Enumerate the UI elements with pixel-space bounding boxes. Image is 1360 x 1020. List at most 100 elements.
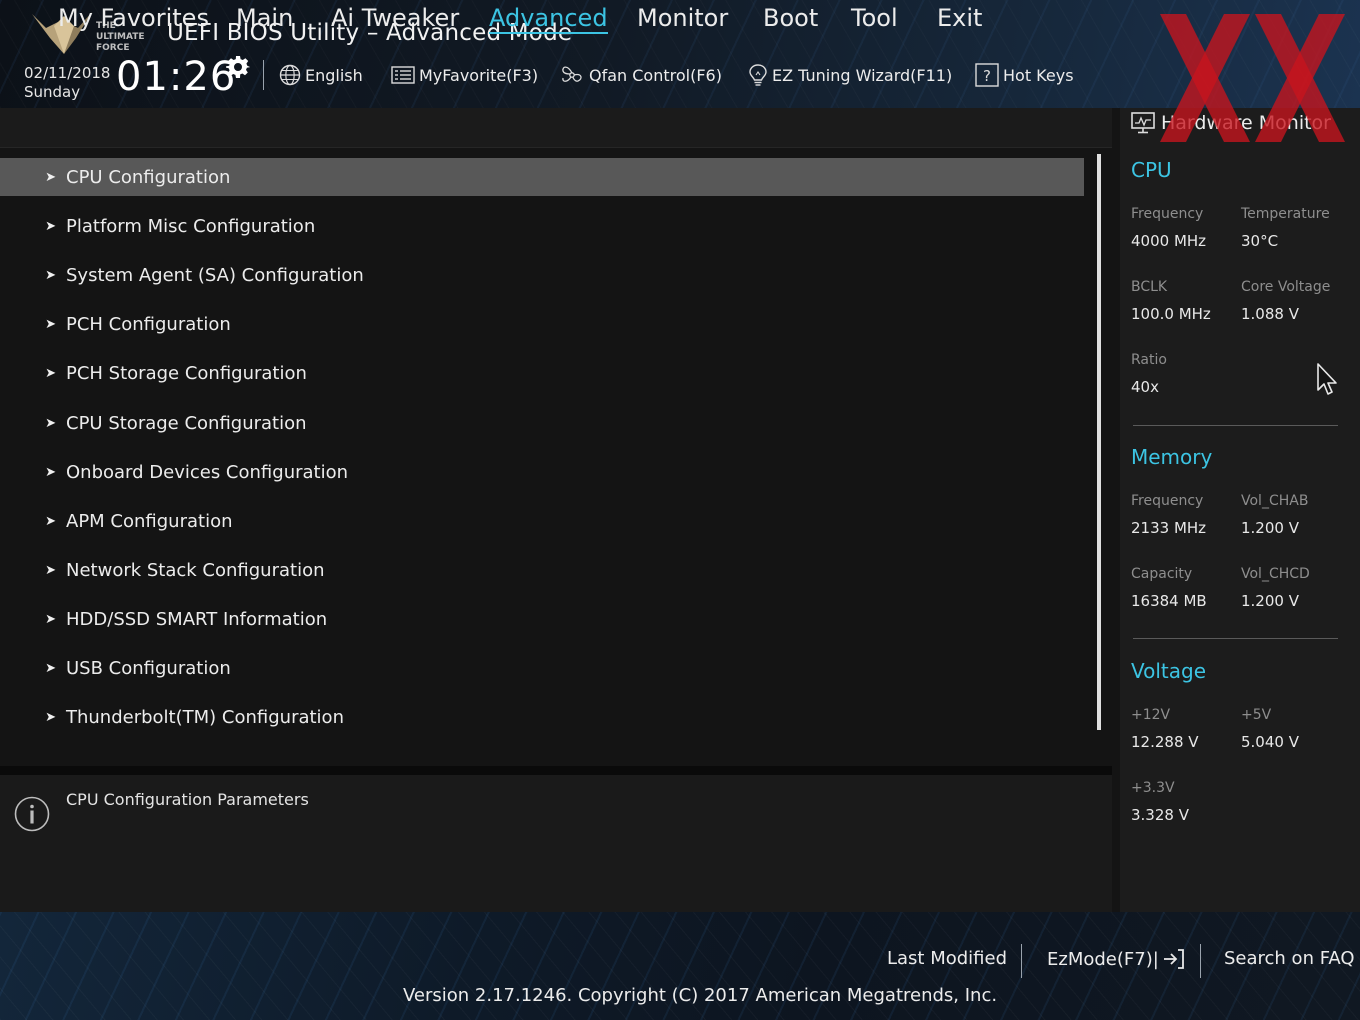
v33-label: +3.3V bbox=[1131, 780, 1175, 796]
ratio-label: Ratio bbox=[1131, 352, 1167, 368]
submenu-arrow-icon: ➤ bbox=[45, 464, 56, 480]
hot-keys-button[interactable]: ? Hot Keys bbox=[975, 62, 1074, 88]
vol-chcd-value: 1.200 V bbox=[1241, 592, 1299, 610]
tab-advanced[interactable]: Advanced bbox=[489, 4, 608, 34]
ez-tuning-wizard-button[interactable]: EZ Tuning Wizard(F11) bbox=[748, 62, 952, 88]
hot-keys-label: Hot Keys bbox=[1003, 65, 1074, 85]
fan-icon bbox=[562, 66, 582, 82]
menu-item-label: CPU Configuration bbox=[66, 166, 231, 188]
menu-item-label: USB Configuration bbox=[66, 657, 231, 679]
xx-watermark-logo bbox=[1160, 14, 1345, 142]
gear-icon[interactable] bbox=[226, 55, 250, 79]
cpu-section-heading: CPU bbox=[1131, 158, 1172, 182]
menu-item-label: Network Stack Configuration bbox=[66, 559, 325, 581]
submenu-arrow-icon: ➤ bbox=[45, 218, 56, 234]
ratio-value: 40x bbox=[1131, 378, 1159, 396]
search-on-faq-button[interactable]: Search on FAQ bbox=[1224, 948, 1355, 969]
menu-scrollbar[interactable] bbox=[1097, 154, 1101, 730]
tab-boot[interactable]: Boot bbox=[763, 4, 818, 32]
cpu-frequency-value: 4000 MHz bbox=[1131, 232, 1207, 250]
menu-item-onboard-devices-configuration[interactable]: ➤ Onboard Devices Configuration bbox=[0, 453, 1084, 491]
footer-separator bbox=[1200, 944, 1201, 978]
menu-item-label: HDD/SSD SMART Information bbox=[66, 608, 328, 630]
tab-main[interactable]: Main bbox=[236, 4, 293, 32]
menu-item-pch-storage-configuration[interactable]: ➤ PCH Storage Configuration bbox=[0, 354, 1084, 392]
section-divider bbox=[1133, 425, 1338, 426]
menu-item-label: System Agent (SA) Configuration bbox=[66, 264, 364, 286]
globe-icon bbox=[279, 64, 301, 86]
tab-my-favorites[interactable]: My Favorites bbox=[58, 4, 209, 32]
submenu-arrow-icon: ➤ bbox=[45, 365, 56, 381]
menu-item-usb-configuration[interactable]: ➤ USB Configuration bbox=[0, 649, 1084, 687]
core-voltage-label: Core Voltage bbox=[1241, 279, 1331, 295]
menu-item-cpu-storage-configuration[interactable]: ➤ CPU Storage Configuration bbox=[0, 404, 1084, 442]
menu-item-label: Platform Misc Configuration bbox=[66, 215, 316, 237]
core-voltage-value: 1.088 V bbox=[1241, 305, 1299, 323]
tab-exit[interactable]: Exit bbox=[937, 4, 982, 32]
cpu-temperature-value: 30°C bbox=[1241, 232, 1279, 250]
qfan-control-button[interactable]: Qfan Control(F6) bbox=[559, 62, 722, 88]
date-display: 02/11/2018 Sunday bbox=[24, 64, 110, 102]
version-copyright: Version 2.17.1246. Copyright (C) 2017 Am… bbox=[403, 985, 998, 1006]
help-description: CPU Configuration Parameters bbox=[66, 790, 309, 809]
qfan-control-label: Qfan Control(F6) bbox=[589, 65, 722, 85]
submenu-arrow-icon: ➤ bbox=[45, 267, 56, 283]
footer-separator bbox=[1021, 944, 1022, 978]
submenu-arrow-icon: ➤ bbox=[45, 611, 56, 627]
vol-chab-value: 1.200 V bbox=[1241, 519, 1299, 537]
submenu-arrow-icon: ➤ bbox=[45, 415, 56, 431]
language-button[interactable]: English bbox=[279, 62, 363, 88]
menu-item-system-agent-configuration[interactable]: ➤ System Agent (SA) Configuration bbox=[0, 256, 1084, 294]
tab-ai-tweaker[interactable]: Ai Tweaker bbox=[331, 4, 459, 32]
ezmode-button[interactable]: EzMode(F7)| bbox=[1047, 948, 1185, 970]
menu-item-label: Onboard Devices Configuration bbox=[66, 461, 349, 483]
menu-item-hdd-ssd-smart-information[interactable]: ➤ HDD/SSD SMART Information bbox=[0, 600, 1084, 638]
submenu-arrow-icon: ➤ bbox=[45, 513, 56, 529]
myfavorite-label: MyFavorite(F3) bbox=[419, 65, 539, 85]
menu-item-cpu-configuration[interactable]: ➤ CPU Configuration bbox=[0, 158, 1084, 196]
menu-item-label: PCH Storage Configuration bbox=[66, 362, 307, 384]
info-icon bbox=[14, 796, 50, 832]
memory-section-heading: Memory bbox=[1131, 445, 1213, 469]
last-modified-button[interactable]: Last Modified bbox=[887, 948, 1007, 969]
v33-value: 3.328 V bbox=[1131, 806, 1189, 824]
ezmode-label: EzMode(F7)| bbox=[1047, 948, 1159, 970]
menu-item-network-stack-configuration[interactable]: ➤ Network Stack Configuration bbox=[0, 551, 1084, 589]
submenu-arrow-icon: ➤ bbox=[45, 660, 56, 676]
svg-text:ULTIMATE: ULTIMATE bbox=[96, 32, 145, 42]
submenu-arrow-icon: ➤ bbox=[45, 169, 56, 185]
lightbulb-icon bbox=[749, 64, 767, 86]
menu-item-label: APM Configuration bbox=[66, 510, 233, 532]
cpu-frequency-label: Frequency bbox=[1131, 206, 1204, 222]
menu-item-platform-misc-configuration[interactable]: ➤ Platform Misc Configuration bbox=[0, 207, 1084, 245]
menu-item-label: Thunderbolt(TM) Configuration bbox=[66, 706, 344, 728]
capacity-label: Capacity bbox=[1131, 566, 1193, 582]
cpu-temperature-label: Temperature bbox=[1241, 206, 1330, 222]
submenu-arrow-icon: ➤ bbox=[45, 562, 56, 578]
svg-text:FORCE: FORCE bbox=[96, 43, 129, 53]
language-label: English bbox=[305, 65, 363, 85]
section-divider bbox=[1133, 638, 1338, 639]
tab-monitor[interactable]: Monitor bbox=[637, 4, 728, 32]
help-box-icon: ? bbox=[975, 63, 999, 87]
svg-text:?: ? bbox=[983, 67, 991, 85]
menu-item-thunderbolt-configuration[interactable]: ➤ Thunderbolt(TM) Configuration bbox=[0, 698, 1084, 736]
exit-arrow-icon bbox=[1163, 949, 1184, 969]
myfavorite-button[interactable]: MyFavorite(F3) bbox=[391, 62, 538, 88]
tab-tool[interactable]: Tool bbox=[851, 4, 898, 32]
vol-chab-label: Vol_CHAB bbox=[1241, 493, 1309, 509]
panel-divider bbox=[0, 766, 1112, 775]
memory-frequency-value: 2133 MHz bbox=[1131, 519, 1207, 537]
v12-value: 12.288 V bbox=[1131, 733, 1199, 751]
monitor-icon bbox=[1131, 112, 1155, 134]
v5-value: 5.040 V bbox=[1241, 733, 1299, 751]
menu-item-pch-configuration[interactable]: ➤ PCH Configuration bbox=[0, 305, 1084, 343]
ez-tuning-wizard-label: EZ Tuning Wizard(F11) bbox=[772, 65, 953, 85]
favorite-list-icon bbox=[391, 66, 415, 84]
clock-time: 01:26 bbox=[116, 54, 237, 100]
submenu-arrow-icon: ➤ bbox=[45, 316, 56, 332]
menu-item-apm-configuration[interactable]: ➤ APM Configuration bbox=[0, 502, 1084, 540]
v12-label: +12V bbox=[1131, 707, 1171, 723]
day-text: Sunday bbox=[24, 83, 81, 101]
bclk-value: 100.0 MHz bbox=[1131, 305, 1211, 323]
